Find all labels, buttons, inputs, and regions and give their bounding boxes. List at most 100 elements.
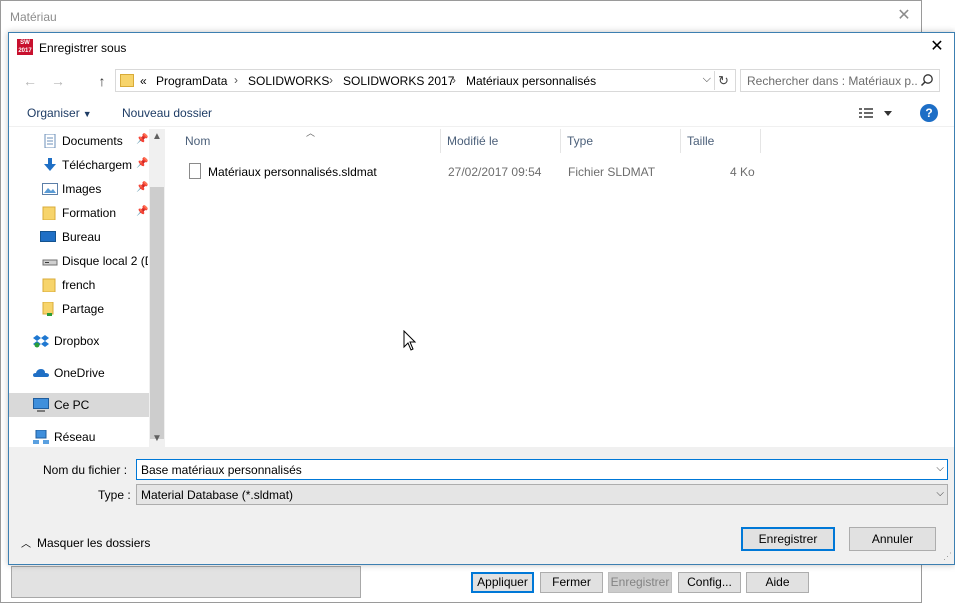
- dropbox-icon: [33, 335, 49, 348]
- refresh-icon[interactable]: ↻: [714, 71, 732, 90]
- pin-icon[interactable]: 📌: [136, 182, 148, 193]
- type-select[interactable]: Material Database (*.sldmat) ⌵: [136, 484, 948, 505]
- sidebar-item-documents[interactable]: Documents 📌: [9, 129, 149, 153]
- pin-icon[interactable]: 📌: [136, 134, 148, 145]
- view-options-icon[interactable]: [858, 105, 894, 121]
- sidebar-item-local-disk[interactable]: Disque local 2 (D: [9, 249, 149, 273]
- folder-icon: [42, 278, 56, 292]
- folder-icon: [120, 74, 134, 87]
- sidebar-item-label: Téléchargem: [62, 158, 132, 172]
- sidebar-item-images[interactable]: Images 📌: [9, 177, 149, 201]
- filename-input[interactable]: [141, 463, 921, 477]
- file-type: Fichier SLDMAT: [568, 165, 656, 179]
- search-box[interactable]: [740, 69, 940, 92]
- hide-folders-toggle[interactable]: ︿ Masquer les dossiers: [21, 535, 150, 550]
- dialog-title: Enregistrer sous: [39, 41, 127, 55]
- hide-folders-label: Masquer les dossiers: [37, 536, 151, 550]
- save-button[interactable]: Enregistrer: [741, 527, 835, 551]
- back-arrow-icon[interactable]: ←: [21, 71, 39, 91]
- sidebar-item-label: Réseau: [54, 430, 96, 444]
- new-folder-button[interactable]: Nouveau dossier: [122, 106, 212, 120]
- images-icon: [42, 183, 58, 195]
- navigation-pane: Documents 📌 Téléchargem 📌 Images 📌 Forma…: [9, 129, 166, 447]
- column-header-size[interactable]: Taille: [681, 129, 761, 153]
- sidebar-item-french[interactable]: french: [9, 273, 149, 297]
- help-icon[interactable]: ?: [920, 104, 938, 122]
- sidebar-item-bureau[interactable]: Bureau: [9, 225, 149, 249]
- file-name: Matériaux personnalisés.sldmat: [208, 165, 377, 179]
- help-button[interactable]: Aide: [746, 572, 809, 593]
- breadcrumb-solidworks-2017[interactable]: SOLIDWORKS 2017: [343, 74, 454, 88]
- material-window-title: Matériau: [10, 10, 57, 24]
- config-button[interactable]: Config...: [678, 572, 741, 593]
- material-window-close-icon[interactable]: ✕: [895, 6, 913, 26]
- documents-icon: [44, 134, 56, 148]
- file-icon: [189, 163, 201, 179]
- chevron-down-icon[interactable]: ⌵: [936, 488, 944, 499]
- chevron-right-icon[interactable]: ›: [234, 73, 238, 87]
- address-bar[interactable]: « ProgramData › SOLIDWORKS › SOLIDWORKS …: [115, 69, 736, 92]
- dialog-close-icon[interactable]: ✕: [928, 37, 946, 57]
- file-list: Nom ︿ Modifié le Type Taille Matériaux p…: [167, 128, 954, 447]
- sidebar-item-label: OneDrive: [54, 366, 105, 380]
- forward-arrow-icon[interactable]: →: [49, 71, 67, 91]
- onedrive-icon: [33, 369, 49, 377]
- sidebar-item-formation[interactable]: Formation 📌: [9, 201, 149, 225]
- save-as-dialog: SW 2017 Enregistrer sous ✕ ← → ↑ « Progr…: [8, 32, 955, 565]
- chevron-right-icon[interactable]: ›: [452, 73, 456, 87]
- sidebar-item-label: Formation: [62, 206, 117, 220]
- type-label: Type :: [98, 488, 131, 502]
- breadcrumb-overflow[interactable]: «: [140, 74, 147, 88]
- chevron-down-icon[interactable]: ⌵: [703, 73, 711, 86]
- sort-ascending-icon: ︿: [306, 128, 316, 138]
- sidebar-item-this-pc[interactable]: Ce PC: [9, 393, 149, 417]
- scrollbar-thumb[interactable]: [150, 187, 164, 439]
- save-form: Nom du fichier : ⌵ Type : Material Datab…: [9, 447, 954, 564]
- cancel-button[interactable]: Annuler: [849, 527, 936, 551]
- sidebar-item-label: Dropbox: [54, 334, 100, 348]
- column-header-modified[interactable]: Modifié le: [441, 129, 561, 153]
- dialog-titlebar: SW 2017 Enregistrer sous ✕: [9, 33, 954, 63]
- folder-icon: [42, 206, 56, 220]
- solidworks-app-icon: SW 2017: [17, 39, 33, 55]
- scroll-up-icon[interactable]: ▲: [149, 129, 165, 145]
- network-icon: [33, 430, 49, 444]
- sidebar-item-label: Images: [62, 182, 102, 196]
- sidebar-item-label: Bureau: [62, 230, 101, 244]
- breadcrumb-programdata[interactable]: ProgramData: [156, 74, 227, 88]
- resize-grip-icon[interactable]: ⋰: [943, 551, 952, 562]
- file-row[interactable]: Matériaux personnalisés.sldmat 27/02/201…: [179, 161, 759, 183]
- chevron-down-icon[interactable]: ⌵: [936, 463, 944, 474]
- pin-icon[interactable]: 📌: [136, 158, 148, 169]
- sidebar-item-label: Documents: [62, 134, 123, 148]
- breadcrumb-solidworks[interactable]: SOLIDWORKS: [248, 74, 329, 88]
- search-input[interactable]: [747, 74, 917, 88]
- search-icon[interactable]: [920, 73, 934, 87]
- column-header-type[interactable]: Type: [561, 129, 681, 153]
- shared-folder-icon: [42, 302, 54, 316]
- sidebar-item-dropbox[interactable]: Dropbox: [9, 329, 149, 353]
- breadcrumb-current-folder[interactable]: Matériaux personnalisés: [466, 74, 596, 88]
- type-value: Material Database (*.sldmat): [141, 488, 294, 502]
- sidebar-item-label: french: [62, 278, 96, 292]
- filename-label: Nom du fichier :: [43, 463, 128, 477]
- material-window-titlebar: Matériau ✕: [1, 1, 921, 33]
- apply-button[interactable]: Appliquer: [471, 572, 534, 593]
- pin-icon[interactable]: 📌: [136, 206, 148, 217]
- sidebar-item-onedrive[interactable]: OneDrive: [9, 361, 149, 385]
- chevron-up-icon: ︿: [21, 539, 31, 550]
- up-arrow-icon[interactable]: ↑: [93, 71, 111, 91]
- navigation-scrollbar[interactable]: ▲ ▼: [149, 129, 165, 447]
- mouse-cursor-icon: [403, 330, 417, 351]
- file-size: 4 Ko: [730, 165, 755, 179]
- sidebar-item-downloads[interactable]: Téléchargem 📌: [9, 153, 149, 177]
- sidebar-item-network[interactable]: Réseau: [9, 425, 149, 449]
- organise-button[interactable]: Organiser ▼: [27, 106, 92, 120]
- filename-field[interactable]: ⌵: [136, 459, 948, 480]
- chevron-right-icon[interactable]: ›: [329, 73, 333, 87]
- downloads-icon: [44, 158, 56, 171]
- close-button[interactable]: Fermer: [540, 572, 603, 593]
- computer-icon: [33, 398, 49, 412]
- scroll-down-icon[interactable]: ▼: [149, 431, 165, 447]
- sidebar-item-partage[interactable]: Partage: [9, 297, 149, 321]
